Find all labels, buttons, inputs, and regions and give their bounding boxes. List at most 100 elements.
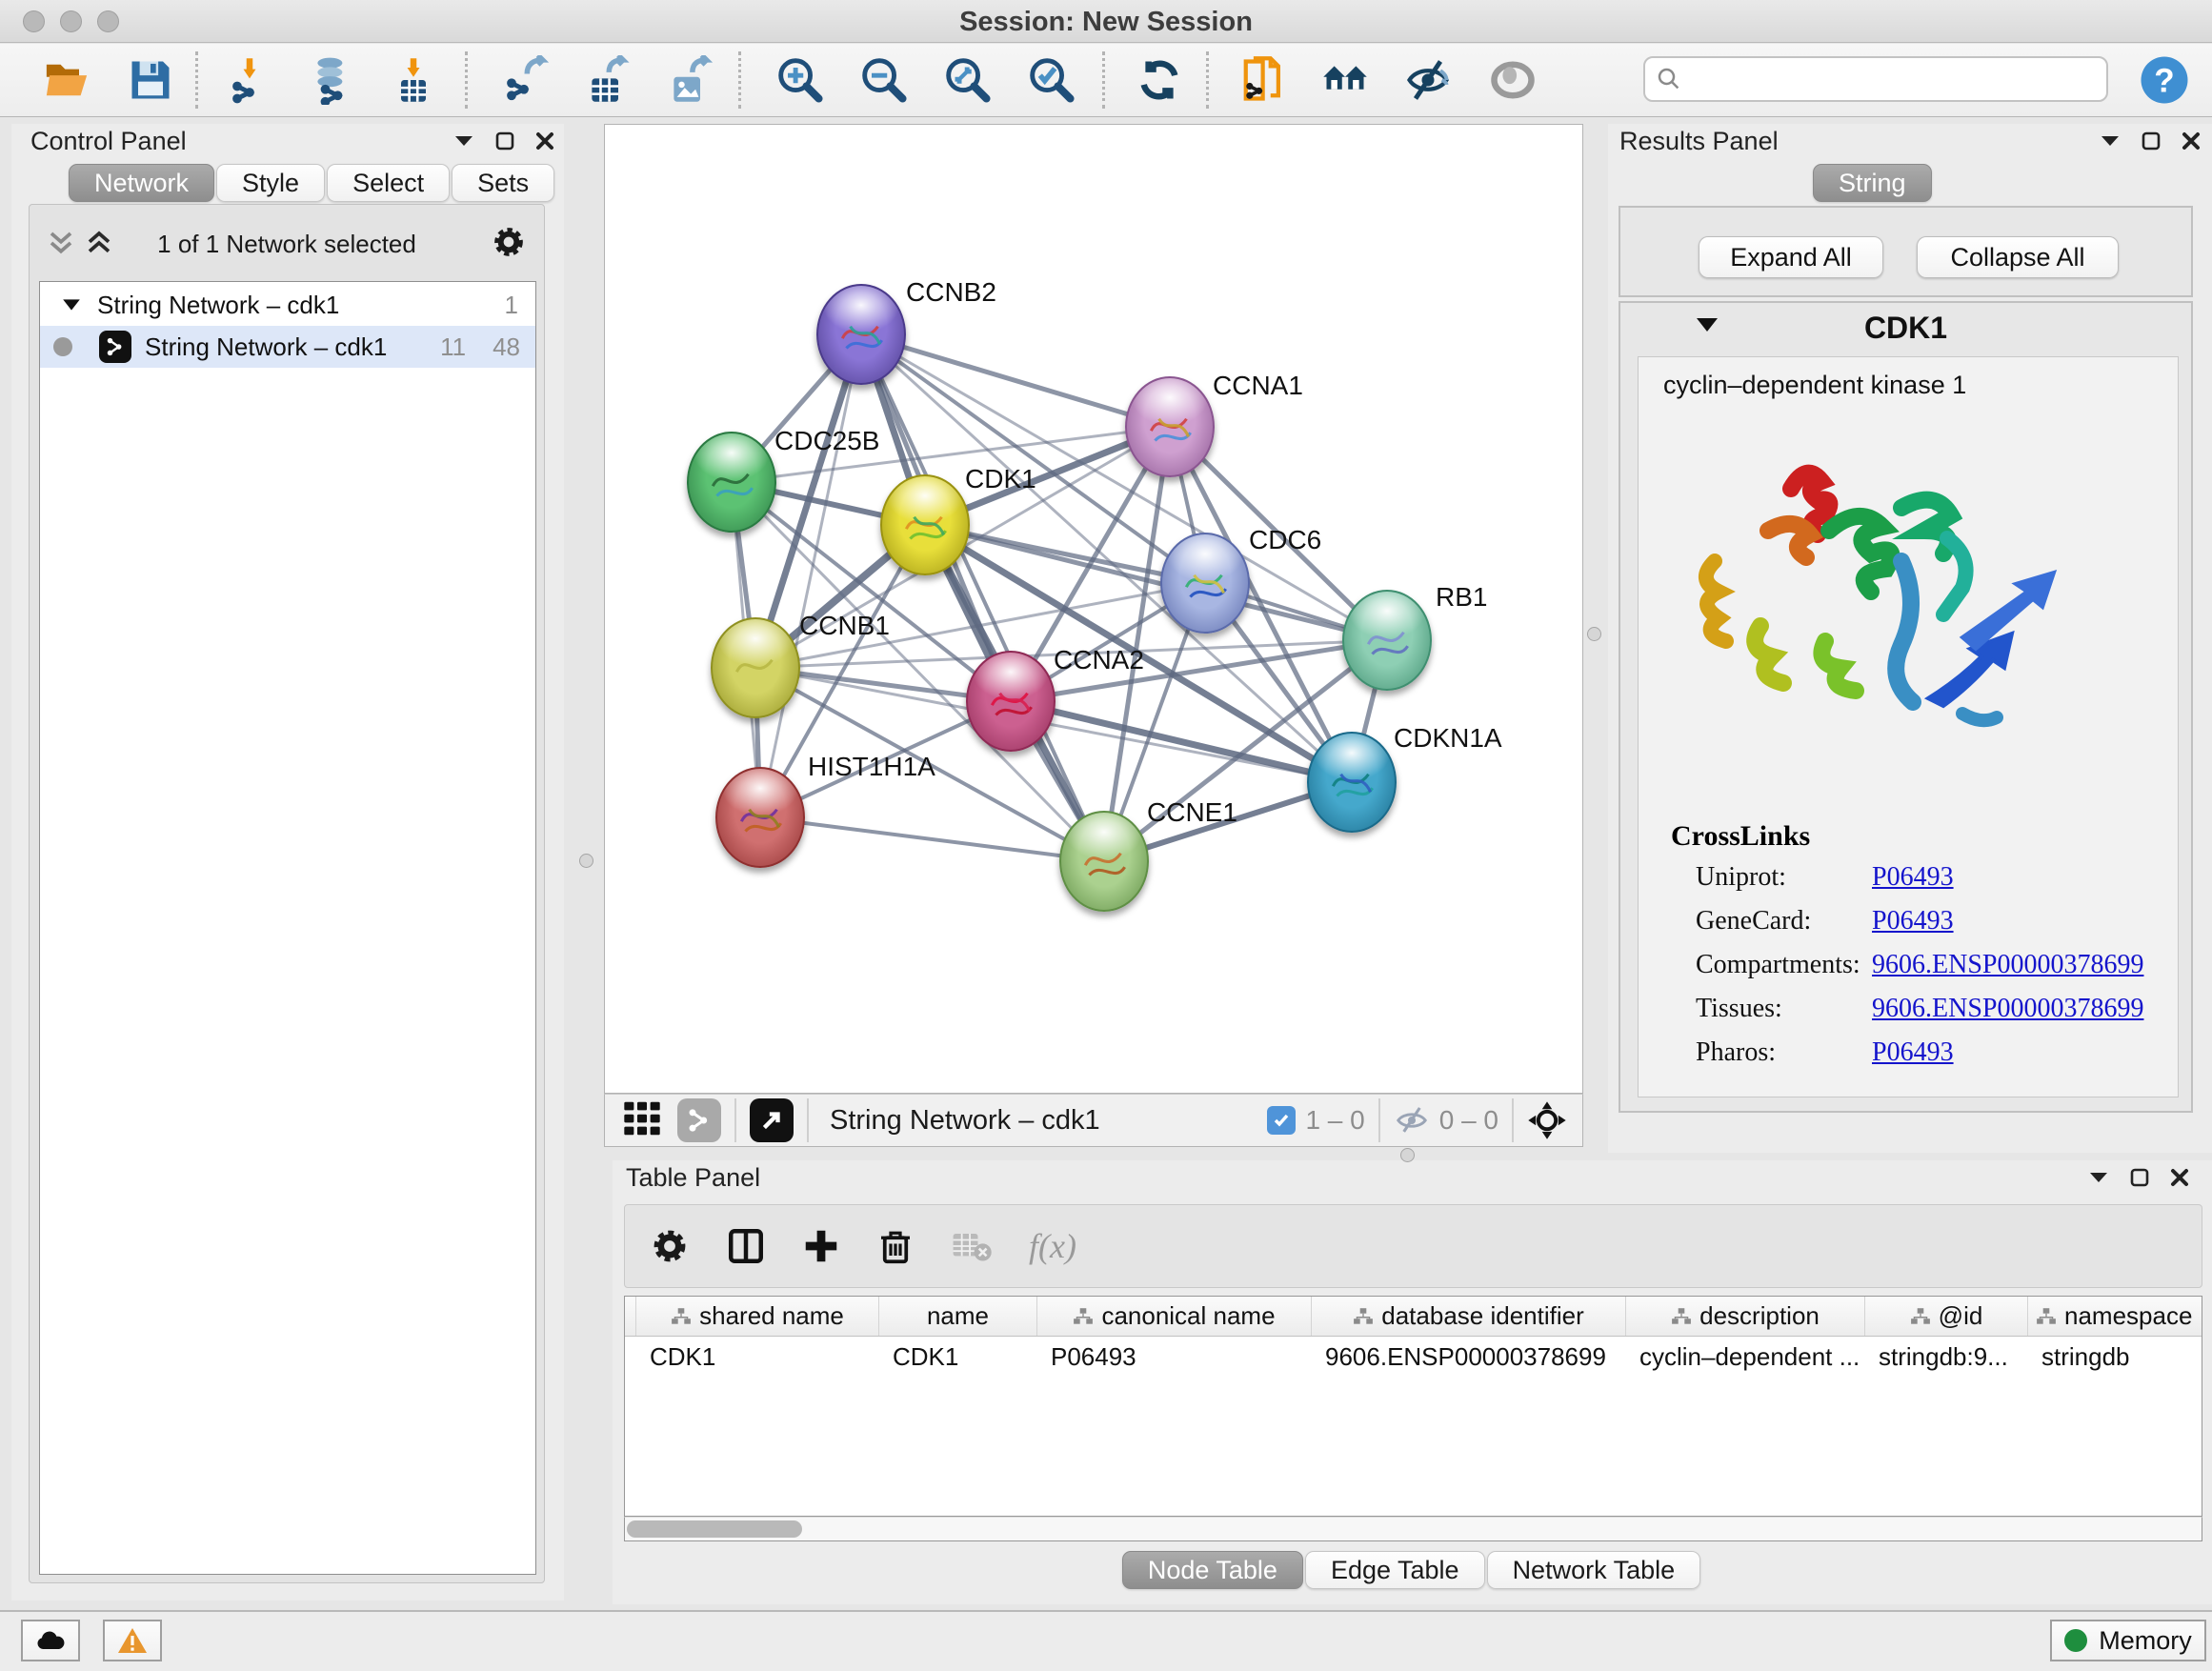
- network-node-CCNE1[interactable]: [1059, 811, 1149, 912]
- network-collection-row[interactable]: String Network – cdk1 1: [40, 284, 535, 326]
- zoom-in-icon[interactable]: [774, 53, 827, 107]
- network-edge-CCNB2-HIST1H1A[interactable]: [760, 334, 861, 817]
- import-table-icon[interactable]: [387, 53, 440, 107]
- scrollbar-thumb[interactable]: [627, 1520, 802, 1538]
- bottom-splitter-handle[interactable]: [1400, 1148, 1415, 1162]
- network-node-HIST1H1A[interactable]: [715, 767, 805, 868]
- add-column-icon[interactable]: [802, 1227, 840, 1265]
- network-canvas[interactable]: CCNB2CCNA1CDC25BCDK1CDC6RB1CCNB1CCNA2CDK…: [604, 124, 1583, 1094]
- gene-description: cyclin–dependent kinase 1: [1663, 371, 1966, 400]
- refresh-icon[interactable]: [1133, 53, 1186, 107]
- show-columns-icon[interactable]: [726, 1226, 766, 1266]
- export-image-icon[interactable]: [661, 53, 714, 107]
- collection-expand-icon[interactable]: [63, 299, 80, 310]
- file-share-icon[interactable]: [1235, 53, 1288, 107]
- cloud-button[interactable]: [21, 1620, 80, 1661]
- column-header-database-identifier[interactable]: database identifier: [1312, 1297, 1626, 1336]
- selected-checkbox-icon[interactable]: [1267, 1106, 1296, 1135]
- gene-details: cyclin–dependent kinase 1 Cros: [1638, 356, 2179, 1097]
- import-database-icon[interactable]: [305, 53, 358, 107]
- crosslink-link[interactable]: P06493: [1872, 1037, 1954, 1068]
- panel-menu-icon[interactable]: [453, 134, 474, 148]
- delete-column-icon[interactable]: [876, 1227, 915, 1265]
- export-network-icon[interactable]: [497, 53, 551, 107]
- zoom-out-icon[interactable]: [857, 53, 911, 107]
- crosslink-link[interactable]: 9606.ENSP00000378699: [1872, 950, 2143, 980]
- close-panel-icon[interactable]: [2170, 1168, 2189, 1187]
- table-gear-icon[interactable]: [650, 1226, 690, 1266]
- network-edge-CCNB2-CCNE1[interactable]: [861, 334, 1104, 861]
- tab-style[interactable]: Style: [216, 164, 325, 202]
- search-input[interactable]: [1683, 65, 2083, 94]
- right-splitter-handle[interactable]: [1587, 627, 1601, 641]
- crosslink-link[interactable]: P06493: [1872, 906, 1954, 936]
- home-network-icon[interactable]: [1318, 53, 1372, 107]
- left-splitter-handle[interactable]: [579, 854, 593, 868]
- network-share-icon[interactable]: [677, 1098, 721, 1142]
- close-panel-icon[interactable]: [535, 131, 554, 151]
- panel-menu-icon[interactable]: [2088, 1171, 2109, 1184]
- network-node-CCNB1[interactable]: [711, 617, 800, 718]
- hidden-eye-icon[interactable]: [1394, 1105, 1430, 1136]
- show-graphics-icon[interactable]: [1486, 53, 1539, 107]
- column-header-name[interactable]: name: [879, 1297, 1037, 1336]
- tab-network-table[interactable]: Network Table: [1487, 1551, 1701, 1589]
- network-edge-CCNB2-CCNA1[interactable]: [861, 334, 1170, 427]
- save-session-icon[interactable]: [124, 53, 177, 107]
- delete-table-icon[interactable]: [951, 1227, 993, 1265]
- network-node-CCNB2[interactable]: [816, 284, 906, 385]
- memory-button[interactable]: Memory: [2050, 1620, 2206, 1661]
- network-node-RB1[interactable]: [1342, 590, 1432, 691]
- network-node-CDC6[interactable]: [1160, 533, 1250, 634]
- network-node-CDC25B[interactable]: [687, 432, 776, 533]
- column-header-id[interactable]: @id: [1865, 1297, 2028, 1336]
- birds-eye-view-icon[interactable]: [750, 1098, 794, 1142]
- open-session-icon[interactable]: [40, 53, 93, 107]
- network-node-CCNA1[interactable]: [1125, 376, 1215, 477]
- float-panel-icon[interactable]: [495, 131, 514, 151]
- protein-thumbnail-icon: [1140, 397, 1201, 456]
- warnings-button[interactable]: [103, 1620, 162, 1661]
- memory-status-dot-icon: [2064, 1629, 2087, 1652]
- table-row[interactable]: CDK1 CDK1 P06493 9606.ENSP00000378699 cy…: [625, 1337, 2202, 1379]
- zoom-selected-icon[interactable]: [1025, 53, 1078, 107]
- network-node-CCNA2[interactable]: [966, 651, 1056, 752]
- tab-sets[interactable]: Sets: [452, 164, 554, 202]
- grid-view-icon[interactable]: [620, 1097, 664, 1145]
- close-panel-icon[interactable]: [2182, 131, 2201, 151]
- table-horizontal-scrollbar[interactable]: [624, 1517, 2202, 1541]
- network-edge-HIST1H1A-CCNE1[interactable]: [760, 817, 1104, 861]
- crosslink-link[interactable]: 9606.ENSP00000378699: [1872, 994, 2143, 1024]
- tab-node-table[interactable]: Node Table: [1122, 1551, 1303, 1589]
- hide-unhide-icon[interactable]: [1401, 53, 1455, 107]
- function-builder-icon[interactable]: f(x): [1029, 1226, 1076, 1266]
- network-selection-status: 1 of 1 Network selected: [30, 230, 544, 259]
- network-edge-CCNA1-CCNE1[interactable]: [1104, 427, 1170, 861]
- collapse-all-button[interactable]: Collapse All: [1917, 236, 2119, 278]
- export-table-icon[interactable]: [579, 53, 633, 107]
- column-header-canonical-name[interactable]: canonical name: [1037, 1297, 1312, 1336]
- tab-edge-table[interactable]: Edge Table: [1305, 1551, 1485, 1589]
- fit-selected-crosshair-icon[interactable]: [1527, 1100, 1567, 1140]
- network-options-gear-icon[interactable]: [491, 224, 527, 260]
- zoom-fit-icon[interactable]: [941, 53, 995, 107]
- float-panel-icon[interactable]: [2142, 131, 2161, 151]
- tab-string[interactable]: String: [1813, 164, 1932, 202]
- node-label-CCNA2: CCNA2: [1054, 645, 1144, 675]
- protein-thumbnail-icon: [895, 495, 956, 554]
- network-node-CDK1[interactable]: [880, 474, 970, 575]
- cloud-icon: [34, 1628, 67, 1653]
- column-header-shared-name[interactable]: shared name: [636, 1297, 879, 1336]
- crosslink-link[interactable]: P06493: [1872, 862, 1954, 893]
- network-row-selected[interactable]: String Network – cdk1 11 48: [40, 326, 535, 368]
- column-header-description[interactable]: description: [1626, 1297, 1865, 1336]
- tab-network[interactable]: Network: [69, 164, 214, 202]
- import-network-icon[interactable]: [223, 53, 276, 107]
- tab-select[interactable]: Select: [327, 164, 450, 202]
- help-icon[interactable]: ?: [2138, 53, 2191, 107]
- panel-menu-icon[interactable]: [2100, 134, 2121, 148]
- expand-all-button[interactable]: Expand All: [1699, 236, 1883, 278]
- network-node-CDKN1A[interactable]: [1307, 732, 1397, 833]
- column-header-namespace[interactable]: namespace: [2028, 1297, 2202, 1336]
- float-panel-icon[interactable]: [2130, 1168, 2149, 1187]
